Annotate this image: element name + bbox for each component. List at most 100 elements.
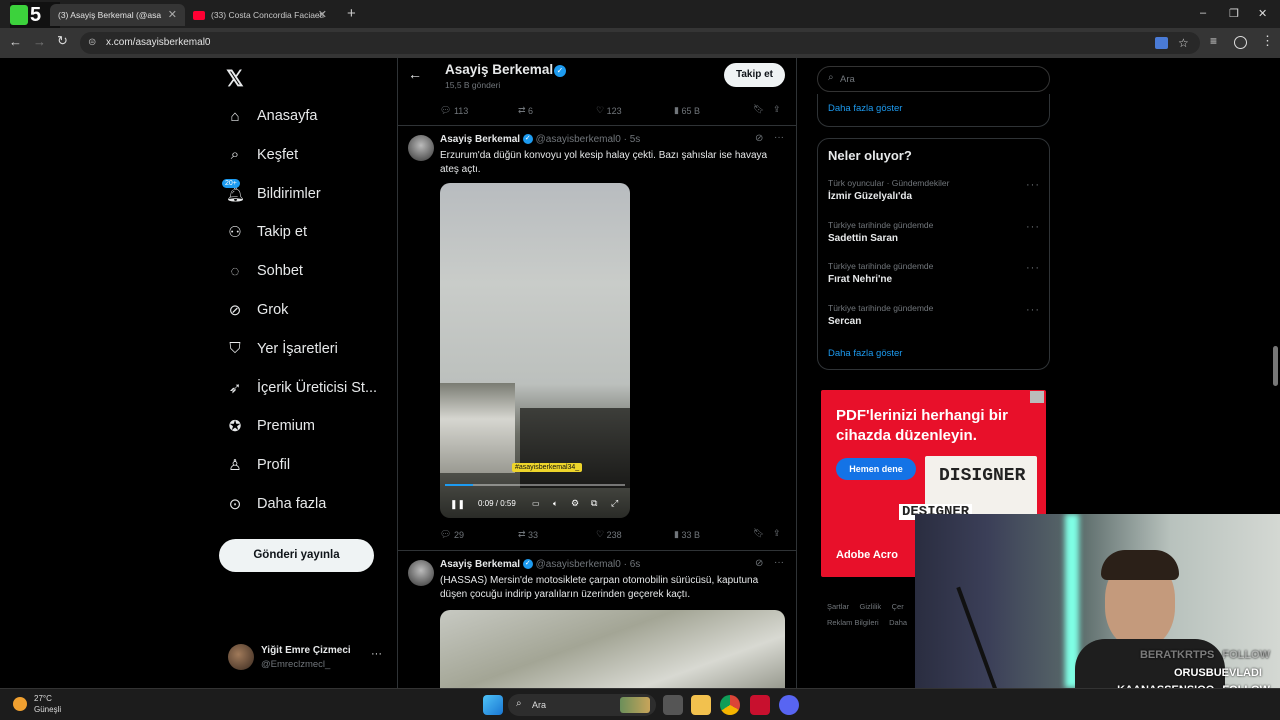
x-logo-icon[interactable]: 𝕏 [226,66,244,92]
sidebar-item-9[interactable]: ♙ Profil [226,450,290,480]
tweet[interactable]: Asayiş Berkemal ✓ @asayisberkemal0 · 5s … [398,127,796,551]
close-icon[interactable]: ✕ [318,8,327,21]
minimize-icon[interactable]: – [1200,7,1206,19]
trend-item[interactable]: Türkiye tarihinde gündemde Fırat Nehri'ne [828,261,933,285]
account-switcher[interactable]: Yiğit Emre Çizmeci @Emreclzmecl_ ··· [228,643,388,673]
trends-card: Neler oluyor? [817,138,1050,370]
reply-action[interactable]: 💬︎ 113 [440,105,468,116]
tweet[interactable]: Asayiş Berkemal ✓ @asayisberkemal0 · 6s … [398,552,796,688]
menu-icon[interactable]: ⋮ [1261,33,1274,49]
close-icon[interactable]: ✕ [168,8,177,21]
bookmark-icon[interactable]: 🔖︎ [753,528,764,539]
sidebar-item-8[interactable]: ✪ Premium [226,411,315,441]
more-icon[interactable]: ··· [1026,179,1040,191]
sidebar-item-2[interactable]: 🔔︎ 20+ Bildirimler [222,178,321,209]
volume-icon[interactable]: 🔈︎ [553,499,558,509]
sidebar-item-3[interactable]: ⚇ Takip et [226,217,307,247]
like-action[interactable]: ♡ 123 [596,105,622,116]
site-info-icon[interactable]: ⊜ [88,32,96,54]
sidebar-item-5[interactable]: ⊘ Grok [226,295,289,325]
file-explorer-icon[interactable] [691,695,711,715]
back-icon[interactable]: ← [9,34,22,49]
bookmark-icon[interactable]: 🔖︎ [753,104,764,115]
chrome-icon[interactable] [720,695,740,715]
sidebar-item-0[interactable]: ⌂ Anasayfa [226,101,317,131]
back-arrow-icon[interactable]: ← [408,66,422,82]
sidebar-item-7[interactable]: ➶ İçerik Üreticisi St... [226,373,377,403]
more-icon[interactable]: ··· [774,557,784,568]
tab-youtube[interactable]: (33) Costa Concordia Faciaeti ✕ [185,4,335,26]
avatar[interactable] [408,135,434,161]
sidebar-item-label: Sohbet [257,263,303,280]
sidebar-item-4[interactable]: ◌ Sohbet [226,256,303,286]
more-icon[interactable]: ··· [1026,304,1040,316]
footer-ads-info[interactable]: Reklam Bilgileri [827,618,879,627]
grok-icon[interactable]: ⊘ [755,558,763,569]
captions-icon[interactable]: ▭ [532,499,540,508]
tweet-media[interactable] [440,610,785,688]
url-field[interactable]: ⊜ x.com/asayisberkemal0 ☆ [80,32,1200,54]
sidebar-item-1[interactable]: ⌕ Keşfet [226,140,298,170]
windows-start-icon[interactable] [483,695,503,715]
video-progress-track[interactable] [445,484,625,486]
verified-badge-icon: ✓ [522,559,533,570]
share-icon[interactable]: ⇪ [773,104,781,115]
footer-cookies[interactable]: Çer [892,602,904,611]
show-more-link[interactable]: Daha fazla göster [828,103,902,114]
footer-terms[interactable]: Şartlar [827,602,849,611]
tweet-handle[interactable]: @asayisberkemal0 [536,134,621,145]
views-action[interactable]: ▮ 33 B [674,529,700,540]
pause-icon[interactable]: ❚❚ [450,499,465,510]
follow-button[interactable]: Takip et [724,63,785,87]
footer-privacy[interactable]: Gizlilik [860,602,882,611]
tweet-time[interactable]: · 5s [624,134,641,145]
more-icon[interactable]: ··· [1026,262,1040,274]
more-icon[interactable]: ··· [371,648,382,660]
forward-icon[interactable]: → [33,34,46,49]
pip-icon[interactable]: ⧉ [591,498,597,509]
scrollbar-thumb[interactable] [1273,346,1278,386]
window-close-icon[interactable]: ✕ [1258,7,1267,20]
reload-icon[interactable]: ↻ [57,33,68,49]
tweet-author[interactable]: Asayiş Berkemal [440,134,520,145]
sidebar-item-10[interactable]: ⊙ Daha fazla [226,489,327,519]
footer-more[interactable]: Daha [889,618,907,627]
task-view-icon[interactable] [663,695,683,715]
repost-action[interactable]: ⇄ 33 [518,529,538,540]
more-icon[interactable]: ··· [774,132,784,143]
post-button[interactable]: Gönderi yayınla [219,539,374,572]
tweet-handle[interactable]: @asayisberkemal0 [536,559,621,570]
sidebar-item-6[interactable]: ⛉ Yer İşaretleri [226,334,338,364]
reply-action[interactable]: 💬︎ 29 [440,529,464,540]
more-icon[interactable]: ··· [1026,221,1040,233]
taskbar-search[interactable]: ⌕ Ara [508,694,656,716]
translate-icon[interactable] [1155,37,1168,49]
like-action[interactable]: ♡ 238 [596,529,622,540]
search-box[interactable]: ⌕ Ara [817,66,1050,92]
maximize-icon[interactable]: ❐ [1229,7,1239,20]
avatar[interactable] [408,560,434,586]
tweet-author[interactable]: Asayiş Berkemal [440,559,520,570]
streaming-app-icon[interactable] [750,695,770,715]
tab-asayis[interactable]: (3) Asayiş Berkemal (@asa ✕ [50,4,185,26]
video-player[interactable]: #asayisberkemal34_ ❚❚ 0:09 / 0:59 ▭ 🔈︎ ⚙… [440,183,630,518]
star-icon[interactable]: ☆ [1178,32,1189,54]
tweet-time[interactable]: · 6s [624,559,641,570]
views-action[interactable]: ▮ 65 B [674,105,700,116]
new-tab-icon[interactable]: + [347,5,356,22]
grok-icon[interactable]: ⊘ [755,133,763,144]
trend-item[interactable]: Türk oyuncular · Gündemdekiler İzmir Güze… [828,178,949,202]
fullscreen-icon[interactable]: ⤢ [611,498,618,509]
ad-cta-button[interactable]: Hemen dene [836,458,916,480]
discord-icon[interactable] [779,695,799,715]
weather-icon[interactable] [13,697,27,711]
trend-item[interactable]: Türkiye tarihinde gündemde Sercan [828,303,933,327]
share-icon[interactable]: ⇪ [773,528,781,539]
repost-action[interactable]: ⇄ 6 [518,105,533,116]
trend-item[interactable]: Türkiye tarihinde gündemde Sadettin Saran [828,220,933,244]
ad-close-icon[interactable] [1030,391,1044,403]
profile-icon[interactable] [1234,36,1247,49]
media-icon[interactable]: ≡ [1210,34,1217,48]
settings-icon[interactable]: ⚙ [571,498,579,509]
show-more-link[interactable]: Daha fazla göster [828,348,902,359]
